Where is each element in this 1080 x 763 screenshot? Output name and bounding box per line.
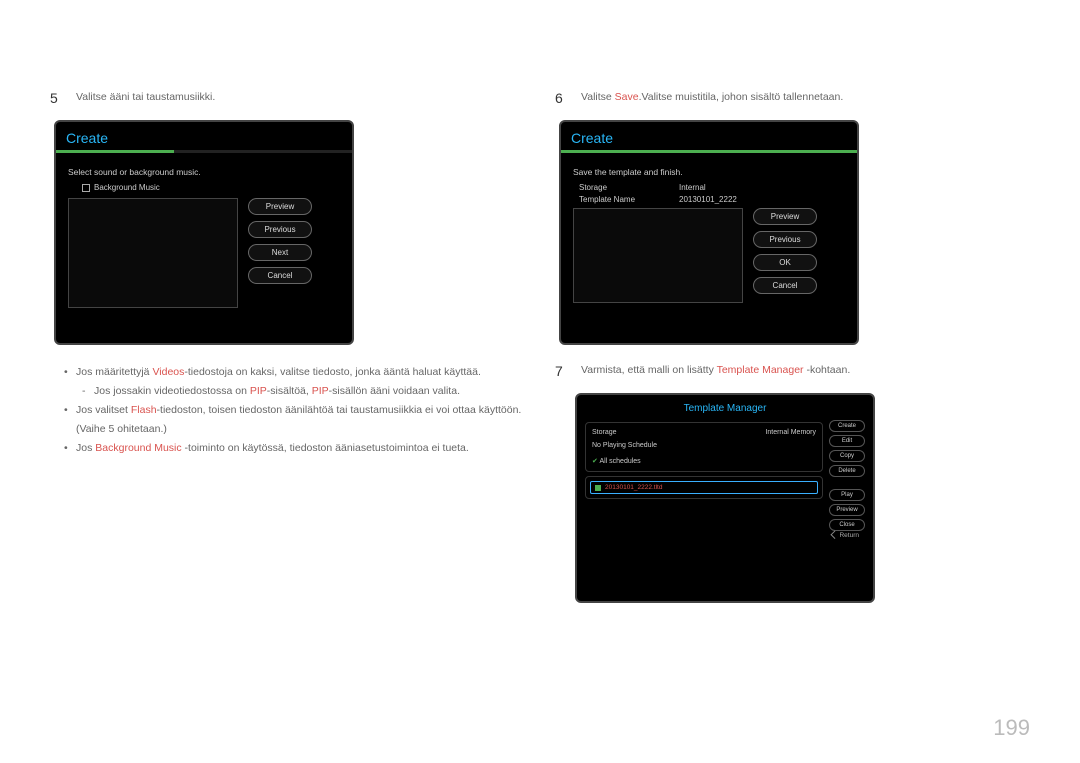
note-bgmusic: Jos Background Music -toiminto on käytös… bbox=[64, 439, 525, 458]
step-7-number: 7 bbox=[555, 363, 569, 379]
next-button[interactable]: Next bbox=[248, 244, 312, 261]
step-7: 7 Varmista, että malli on lisätty Templa… bbox=[555, 363, 1030, 379]
content-preview-box bbox=[68, 198, 238, 308]
step-6-text: Valitse Save.Valitse muistitila, johon s… bbox=[581, 90, 843, 105]
checkbox-icon[interactable] bbox=[82, 184, 90, 192]
create-panel-sound: Create Select sound or background music.… bbox=[54, 120, 354, 345]
tm-file-row[interactable]: 20130101_2222.tltd bbox=[590, 481, 818, 494]
all-schedules-label: All schedules bbox=[599, 458, 640, 465]
bgmusic-label: Background Music bbox=[94, 183, 160, 192]
tname-value: 20130101_2222 bbox=[679, 195, 737, 204]
tm-filename: 20130101_2222.tltd bbox=[605, 484, 662, 491]
tm-storage-row: Storage Internal Memory bbox=[592, 429, 816, 436]
storage-row: Storage Internal bbox=[579, 183, 845, 192]
ok-button[interactable]: OK bbox=[753, 254, 817, 271]
tm-buttons: Create Edit Copy Delete Play Preview Clo… bbox=[829, 420, 865, 531]
tm-return-row[interactable]: Return bbox=[585, 531, 865, 539]
page-number: 199 bbox=[993, 715, 1030, 741]
create-panel-save: Create Save the template and ﬁnish. Stor… bbox=[559, 120, 859, 345]
tm-edit-button[interactable]: Edit bbox=[829, 435, 865, 447]
note-videos: Jos määritettyjä Videos-tiedostoja on ka… bbox=[64, 363, 525, 382]
panel-title: Create bbox=[56, 122, 352, 150]
page: 5 Valitse ääni tai taustamusiikki. Creat… bbox=[0, 0, 1080, 661]
left-column: 5 Valitse ääni tai taustamusiikki. Creat… bbox=[50, 90, 525, 621]
tm-title: Template Manager bbox=[577, 395, 873, 420]
check-icon: ✔ bbox=[592, 458, 598, 465]
tm-create-button[interactable]: Create bbox=[829, 420, 865, 432]
button-column: Preview Previous Next Cancel bbox=[248, 198, 312, 308]
step5-notes: Jos määritettyjä Videos-tiedostoja on ka… bbox=[64, 363, 525, 457]
panel-title: Create bbox=[561, 122, 857, 150]
preview-button[interactable]: Preview bbox=[248, 198, 312, 215]
all-schedules-row: ✔ All schedules bbox=[592, 457, 816, 465]
step-7-text: Varmista, että malli on lisätty Template… bbox=[581, 363, 850, 378]
tm-play-button[interactable]: Play bbox=[829, 489, 865, 501]
tm-copy-button[interactable]: Copy bbox=[829, 450, 865, 462]
step-6-number: 6 bbox=[555, 90, 569, 106]
cancel-button[interactable]: Cancel bbox=[753, 277, 817, 294]
tm-storage-value: Internal Memory bbox=[765, 429, 816, 436]
file-icon bbox=[595, 485, 601, 491]
content-row: Preview Previous OK Cancel bbox=[573, 208, 845, 303]
progress-bar bbox=[56, 150, 352, 153]
no-schedule: No Playing Schedule bbox=[592, 442, 816, 449]
panel-body: Select sound or background music. Backgr… bbox=[56, 161, 352, 318]
template-name-row: Template Name 20130101_2222 bbox=[579, 195, 845, 204]
step-6: 6 Valitse Save.Valitse muistitila, johon… bbox=[555, 90, 1030, 106]
tm-delete-button[interactable]: Delete bbox=[829, 465, 865, 477]
step-5: 5 Valitse ääni tai taustamusiikki. bbox=[50, 90, 525, 106]
content-preview-box bbox=[573, 208, 743, 303]
tm-content-row: Storage Internal Memory No Playing Sched… bbox=[585, 420, 865, 531]
bgmusic-row[interactable]: Background Music bbox=[82, 183, 340, 192]
tm-storage-key: Storage bbox=[592, 429, 617, 436]
progress-bar bbox=[561, 150, 857, 153]
tm-upper-box: Storage Internal Memory No Playing Sched… bbox=[585, 422, 823, 472]
right-column: 6 Valitse Save.Valitse muistitila, johon… bbox=[555, 90, 1030, 621]
storage-key: Storage bbox=[579, 183, 659, 192]
template-manager-panel: Template Manager Storage Internal Memory… bbox=[575, 393, 875, 603]
preview-button[interactable]: Preview bbox=[753, 208, 817, 225]
tm-left: Storage Internal Memory No Playing Sched… bbox=[585, 420, 823, 503]
storage-value: Internal bbox=[679, 183, 706, 192]
cancel-button[interactable]: Cancel bbox=[248, 267, 312, 284]
step-5-number: 5 bbox=[50, 90, 64, 106]
return-label: Return bbox=[839, 532, 859, 539]
panel-body: Save the template and ﬁnish. Storage Int… bbox=[561, 161, 857, 313]
tname-key: Template Name bbox=[579, 195, 659, 204]
note-pip: Jos jossakin videotiedostossa on PIP-sis… bbox=[82, 382, 525, 401]
previous-button[interactable]: Previous bbox=[248, 221, 312, 238]
button-column: Preview Previous OK Cancel bbox=[753, 208, 817, 303]
previous-button[interactable]: Previous bbox=[753, 231, 817, 248]
content-row: Preview Previous Next Cancel bbox=[68, 198, 340, 308]
panel-instruction: Select sound or background music. bbox=[68, 167, 340, 177]
note-flash: Jos valitset Flash-tiedoston, toisen tie… bbox=[64, 401, 525, 439]
tm-file-box: 20130101_2222.tltd bbox=[585, 476, 823, 499]
panel-instruction: Save the template and ﬁnish. bbox=[573, 167, 845, 177]
tm-body: Storage Internal Memory No Playing Sched… bbox=[577, 420, 873, 545]
step-5-text: Valitse ääni tai taustamusiikki. bbox=[76, 90, 215, 105]
tm-preview-button[interactable]: Preview bbox=[829, 504, 865, 516]
